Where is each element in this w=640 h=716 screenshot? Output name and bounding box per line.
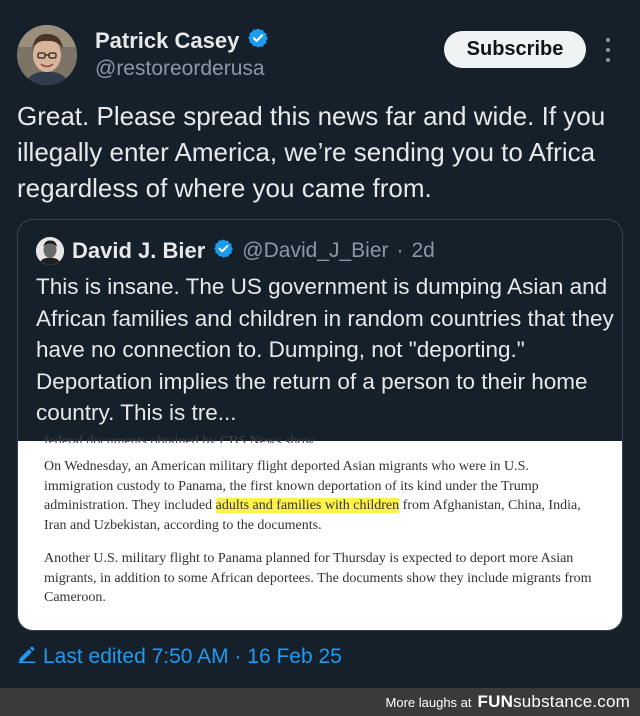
author-handle[interactable]: @restoreorderusa	[95, 57, 265, 81]
article-highlight: adults and families with children	[215, 498, 400, 513]
quoted-tweet[interactable]: David J. Bier @David_J_Bier · 2d This is…	[17, 219, 623, 631]
author-name-row: Patrick Casey	[95, 27, 269, 54]
subscribe-button[interactable]: Subscribe	[444, 31, 586, 68]
more-vertical-icon[interactable]	[603, 38, 613, 62]
more-laughs-text: More laughs at	[385, 694, 472, 710]
author-name[interactable]: Patrick Casey	[95, 28, 239, 54]
article-screenshot[interactable]: federal documents obtained by CBS News s…	[18, 434, 622, 630]
last-edited-label: Last edited 7:50 AM · 16 Feb 25	[43, 645, 342, 668]
article-paragraph-2: Another U.S. military flight to Panama p…	[44, 551, 592, 605]
quoted-author-name[interactable]: David J. Bier	[72, 238, 205, 264]
watermark-footer: More laughs at FUNsubstance.com	[0, 688, 640, 716]
verified-badge-icon	[213, 238, 234, 264]
quoted-text: This is insane. The US government is dum…	[36, 274, 614, 425]
logo-com: .com	[592, 692, 630, 711]
quoted-time[interactable]: 2d	[412, 239, 435, 263]
quoted-author-handle[interactable]: @David_J_Bier	[242, 239, 388, 263]
verified-badge-icon	[247, 27, 269, 54]
logo-substance: substance	[513, 692, 593, 711]
quoted-avatar	[36, 237, 64, 265]
last-edited-link[interactable]: Last edited 7:50 AM · 16 Feb 25	[17, 644, 342, 670]
article-clipped-line: federal documents obtained by CBS News s…	[44, 434, 318, 443]
quoted-header: David J. Bier @David_J_Bier · 2d	[36, 237, 435, 265]
tweet: Patrick Casey @restoreorderusa Subscribe…	[0, 0, 640, 688]
logo-fun: FUN	[477, 692, 514, 711]
edit-pencil-icon	[17, 644, 37, 670]
funsubstance-logo[interactable]: FUNsubstance.com	[478, 692, 630, 712]
article-paragraph-1: On Wednesday, an American military fligh…	[44, 457, 596, 535]
quoted-separator: ·	[396, 239, 404, 262]
author-avatar[interactable]	[17, 25, 77, 85]
tweet-text: Great. Please spread this news far and w…	[17, 101, 606, 203]
